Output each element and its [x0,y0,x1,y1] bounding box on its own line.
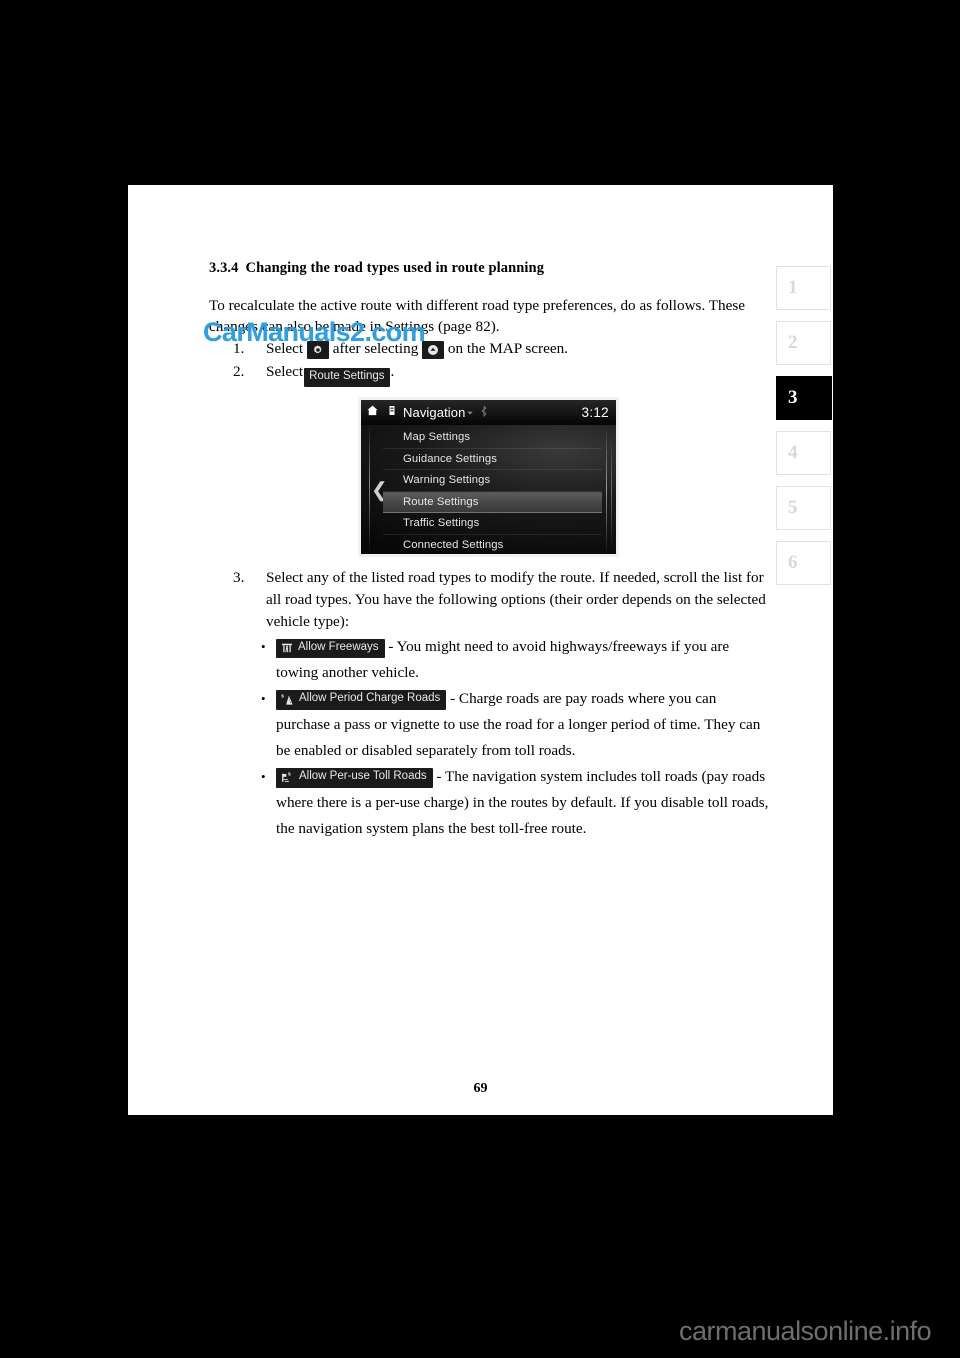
chapter-tab-2[interactable]: 2 [776,321,831,365]
page-title: 3.3.4 Changing the road types used in rou… [209,260,769,277]
freeway-icon [281,642,293,654]
step-1-text-c: on the MAP screen. [447,340,568,357]
device-left-rail [369,425,370,554]
step-1-marker: 1. [233,340,245,357]
road-type-options-list: Allow Freeways - You might need to avoid… [209,634,769,842]
home-icon[interactable] [366,404,379,422]
device-title: Navigation [403,405,466,420]
section-title: Changing the road types used in route pl… [245,260,545,276]
device-right-rail-2 [611,425,612,554]
steps-list-continued: 3. Select any of the listed road types t… [209,567,769,633]
road-type-option-freeways: Allow Freeways - You might need to avoid… [259,634,769,686]
device-screen: Navigation 3:12 ❮ Map Settings Guidance … [361,400,616,554]
step-2-marker: 2. [233,363,245,380]
allow-freeways-label: Allow Freeways [298,640,379,653]
allow-per-use-toll-roads-chip[interactable]: $ Allow Per-use Toll Roads [276,767,433,788]
device-clock: 3:12 [581,405,609,420]
road-type-option-per-use-toll: $ Allow Per-use Toll Roads - The navigat… [259,764,769,842]
device-menu-item-guidance-settings[interactable]: Guidance Settings [383,449,602,470]
page-number: 69 [473,1081,488,1096]
device-menu-item-connected-settings[interactable]: Connected Settings [383,535,602,555]
manual-page-sheet: 3.3.4 Changing the road types used in rou… [128,185,833,1115]
step-2-text-b: . [390,363,395,380]
svg-text:$: $ [281,693,284,699]
route-settings-chip[interactable]: Route Settings [304,368,390,387]
device-menu-item-map-settings[interactable]: Map Settings [383,427,602,449]
chapter-tab-5[interactable]: 5 [776,486,831,530]
step-2: 2. Select Route Settings. [209,361,769,387]
step-1-text-a: Select [266,340,304,357]
device-menu-list: Map Settings Guidance Settings Warning S… [383,427,602,554]
watermark-carmanualsonline: carmanualsonline.info [679,1316,932,1346]
step-3-text: Select any of the listed road types to m… [266,568,766,630]
period-charge-road-icon: $ [281,693,294,706]
step-1: 1. Select after selecting on the MAP scr… [209,338,769,360]
chevron-up-circle-icon[interactable] [422,341,445,359]
step-3: 3. Select any of the listed road types t… [209,567,769,633]
bluetooth-icon [481,404,487,422]
device-header: Navigation 3:12 [361,400,616,425]
step-2-text-a: Select [266,363,304,380]
svg-text:$: $ [288,771,291,777]
chapter-tab-1[interactable]: 1 [776,266,831,310]
device-status-icons [465,404,487,422]
device-menu-item-route-settings[interactable]: Route Settings [383,491,602,513]
allow-per-use-toll-roads-label: Allow Per-use Toll Roads [299,770,427,783]
road-type-option-period-charge: $ Allow Period Charge Roads - Charge roa… [259,686,769,764]
chapter-tab-4[interactable]: 4 [776,431,831,475]
allow-freeways-chip[interactable]: Allow Freeways [276,638,385,658]
step-1-text-b: after selecting [332,340,419,357]
navigation-screenshot-figure: Navigation 3:12 ❮ Map Settings Guidance … [358,397,619,557]
navigation-app-icon [386,404,398,422]
gear-icon[interactable] [306,341,329,359]
allow-period-charge-roads-chip[interactable]: $ Allow Period Charge Roads [276,689,447,710]
allow-period-charge-roads-label: Allow Period Charge Roads [299,692,441,705]
chapter-tab-6[interactable]: 6 [776,541,831,585]
chapter-tab-3[interactable]: 3 [776,376,832,420]
chapter-tab-strip: 1 2 3 4 5 6 [776,266,832,585]
section-number: 3.3.4 [209,260,239,276]
intro-paragraph: To recalculate the active route with dif… [209,297,746,335]
chevron-down-icon [465,404,475,422]
steps-list: 1. Select after selecting on the MAP scr… [209,338,769,387]
device-body: ❮ Map Settings Guidance Settings Warning… [361,425,616,554]
device-menu-item-traffic-settings[interactable]: Traffic Settings [383,513,602,535]
device-right-rail [606,425,607,554]
device-menu-item-warning-settings[interactable]: Warning Settings [383,470,602,492]
per-use-toll-road-icon: $ [281,771,294,784]
step-3-marker: 3. [233,568,245,586]
route-settings-chip-label: Route Settings [309,370,385,382]
